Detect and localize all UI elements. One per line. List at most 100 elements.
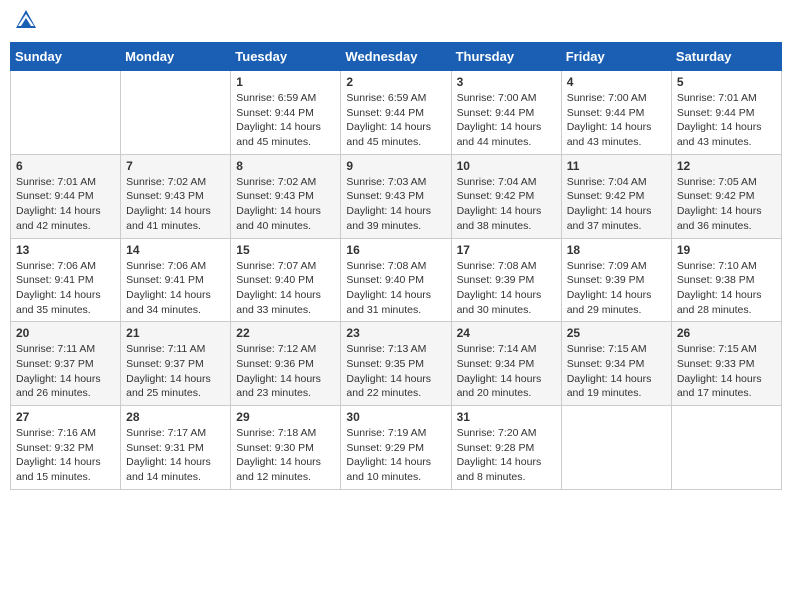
day-info: Sunrise: 7:04 AM Sunset: 9:42 PM Dayligh…	[457, 175, 556, 234]
calendar-cell: 27 Sunrise: 7:16 AM Sunset: 9:32 PM Dayl…	[11, 406, 121, 490]
day-number: 13	[16, 243, 115, 257]
day-number: 18	[567, 243, 666, 257]
day-number: 11	[567, 159, 666, 173]
daylight-text: Daylight: 14 hours and 45 minutes.	[236, 121, 321, 148]
sunrise-text: Sunrise: 7:06 AM	[126, 260, 206, 272]
sunset-text: Sunset: 9:39 PM	[457, 274, 535, 286]
daylight-text: Daylight: 14 hours and 17 minutes.	[677, 373, 762, 400]
day-number: 10	[457, 159, 556, 173]
calendar-week-row: 27 Sunrise: 7:16 AM Sunset: 9:32 PM Dayl…	[11, 406, 782, 490]
weekday-header: Monday	[121, 43, 231, 71]
sunrise-text: Sunrise: 6:59 AM	[346, 92, 426, 104]
sunrise-text: Sunrise: 7:08 AM	[346, 260, 426, 272]
day-info: Sunrise: 7:09 AM Sunset: 9:39 PM Dayligh…	[567, 259, 666, 318]
sunrise-text: Sunrise: 7:03 AM	[346, 176, 426, 188]
daylight-text: Daylight: 14 hours and 42 minutes.	[16, 205, 101, 232]
day-number: 30	[346, 410, 445, 424]
calendar-cell: 3 Sunrise: 7:00 AM Sunset: 9:44 PM Dayli…	[451, 71, 561, 155]
sunset-text: Sunset: 9:44 PM	[457, 107, 535, 119]
day-number: 20	[16, 326, 115, 340]
daylight-text: Daylight: 14 hours and 44 minutes.	[457, 121, 542, 148]
daylight-text: Daylight: 14 hours and 41 minutes.	[126, 205, 211, 232]
day-info: Sunrise: 7:02 AM Sunset: 9:43 PM Dayligh…	[126, 175, 225, 234]
day-number: 5	[677, 75, 776, 89]
daylight-text: Daylight: 14 hours and 28 minutes.	[677, 289, 762, 316]
day-info: Sunrise: 7:03 AM Sunset: 9:43 PM Dayligh…	[346, 175, 445, 234]
daylight-text: Daylight: 14 hours and 43 minutes.	[567, 121, 652, 148]
calendar-cell: 10 Sunrise: 7:04 AM Sunset: 9:42 PM Dayl…	[451, 154, 561, 238]
day-number: 29	[236, 410, 335, 424]
calendar-cell: 5 Sunrise: 7:01 AM Sunset: 9:44 PM Dayli…	[671, 71, 781, 155]
daylight-text: Daylight: 14 hours and 34 minutes.	[126, 289, 211, 316]
day-number: 1	[236, 75, 335, 89]
sunset-text: Sunset: 9:31 PM	[126, 442, 204, 454]
day-number: 19	[677, 243, 776, 257]
day-number: 15	[236, 243, 335, 257]
day-info: Sunrise: 7:11 AM Sunset: 9:37 PM Dayligh…	[126, 342, 225, 401]
daylight-text: Daylight: 14 hours and 12 minutes.	[236, 456, 321, 483]
sunset-text: Sunset: 9:42 PM	[457, 190, 535, 202]
calendar-cell: 31 Sunrise: 7:20 AM Sunset: 9:28 PM Dayl…	[451, 406, 561, 490]
sunrise-text: Sunrise: 7:13 AM	[346, 343, 426, 355]
sunrise-text: Sunrise: 7:05 AM	[677, 176, 757, 188]
sunset-text: Sunset: 9:44 PM	[16, 190, 94, 202]
sunrise-text: Sunrise: 7:11 AM	[126, 343, 205, 355]
sunset-text: Sunset: 9:34 PM	[567, 358, 645, 370]
calendar-cell: 4 Sunrise: 7:00 AM Sunset: 9:44 PM Dayli…	[561, 71, 671, 155]
sunrise-text: Sunrise: 7:00 AM	[457, 92, 537, 104]
daylight-text: Daylight: 14 hours and 15 minutes.	[16, 456, 101, 483]
weekday-header: Sunday	[11, 43, 121, 71]
day-info: Sunrise: 7:08 AM Sunset: 9:40 PM Dayligh…	[346, 259, 445, 318]
calendar-week-row: 1 Sunrise: 6:59 AM Sunset: 9:44 PM Dayli…	[11, 71, 782, 155]
day-info: Sunrise: 7:08 AM Sunset: 9:39 PM Dayligh…	[457, 259, 556, 318]
weekday-header: Saturday	[671, 43, 781, 71]
weekday-header: Tuesday	[231, 43, 341, 71]
day-number: 6	[16, 159, 115, 173]
calendar-cell: 22 Sunrise: 7:12 AM Sunset: 9:36 PM Dayl…	[231, 322, 341, 406]
sunrise-text: Sunrise: 7:15 AM	[567, 343, 647, 355]
day-info: Sunrise: 7:15 AM Sunset: 9:33 PM Dayligh…	[677, 342, 776, 401]
day-number: 16	[346, 243, 445, 257]
sunset-text: Sunset: 9:39 PM	[567, 274, 645, 286]
sunset-text: Sunset: 9:40 PM	[346, 274, 424, 286]
sunrise-text: Sunrise: 7:00 AM	[567, 92, 647, 104]
day-info: Sunrise: 7:04 AM Sunset: 9:42 PM Dayligh…	[567, 175, 666, 234]
calendar-cell: 9 Sunrise: 7:03 AM Sunset: 9:43 PM Dayli…	[341, 154, 451, 238]
calendar-cell	[561, 406, 671, 490]
calendar-cell: 29 Sunrise: 7:18 AM Sunset: 9:30 PM Dayl…	[231, 406, 341, 490]
day-info: Sunrise: 6:59 AM Sunset: 9:44 PM Dayligh…	[236, 91, 335, 150]
sunset-text: Sunset: 9:34 PM	[457, 358, 535, 370]
calendar-cell: 13 Sunrise: 7:06 AM Sunset: 9:41 PM Dayl…	[11, 238, 121, 322]
daylight-text: Daylight: 14 hours and 36 minutes.	[677, 205, 762, 232]
daylight-text: Daylight: 14 hours and 23 minutes.	[236, 373, 321, 400]
sunset-text: Sunset: 9:43 PM	[126, 190, 204, 202]
calendar-cell: 25 Sunrise: 7:15 AM Sunset: 9:34 PM Dayl…	[561, 322, 671, 406]
calendar-week-row: 20 Sunrise: 7:11 AM Sunset: 9:37 PM Dayl…	[11, 322, 782, 406]
day-number: 12	[677, 159, 776, 173]
calendar-cell	[121, 71, 231, 155]
sunrise-text: Sunrise: 7:11 AM	[16, 343, 95, 355]
day-number: 17	[457, 243, 556, 257]
daylight-text: Daylight: 14 hours and 31 minutes.	[346, 289, 431, 316]
calendar-cell: 6 Sunrise: 7:01 AM Sunset: 9:44 PM Dayli…	[11, 154, 121, 238]
calendar-cell: 1 Sunrise: 6:59 AM Sunset: 9:44 PM Dayli…	[231, 71, 341, 155]
calendar-header-row: SundayMondayTuesdayWednesdayThursdayFrid…	[11, 43, 782, 71]
day-number: 14	[126, 243, 225, 257]
calendar-cell: 11 Sunrise: 7:04 AM Sunset: 9:42 PM Dayl…	[561, 154, 671, 238]
sunset-text: Sunset: 9:32 PM	[16, 442, 94, 454]
day-info: Sunrise: 7:14 AM Sunset: 9:34 PM Dayligh…	[457, 342, 556, 401]
day-number: 7	[126, 159, 225, 173]
day-number: 4	[567, 75, 666, 89]
daylight-text: Daylight: 14 hours and 8 minutes.	[457, 456, 542, 483]
day-number: 25	[567, 326, 666, 340]
sunrise-text: Sunrise: 7:02 AM	[126, 176, 206, 188]
sunset-text: Sunset: 9:44 PM	[346, 107, 424, 119]
daylight-text: Daylight: 14 hours and 26 minutes.	[16, 373, 101, 400]
sunset-text: Sunset: 9:41 PM	[126, 274, 204, 286]
sunset-text: Sunset: 9:44 PM	[236, 107, 314, 119]
day-info: Sunrise: 7:11 AM Sunset: 9:37 PM Dayligh…	[16, 342, 115, 401]
sunrise-text: Sunrise: 7:09 AM	[567, 260, 647, 272]
sunset-text: Sunset: 9:43 PM	[236, 190, 314, 202]
daylight-text: Daylight: 14 hours and 38 minutes.	[457, 205, 542, 232]
sunrise-text: Sunrise: 7:19 AM	[346, 427, 426, 439]
